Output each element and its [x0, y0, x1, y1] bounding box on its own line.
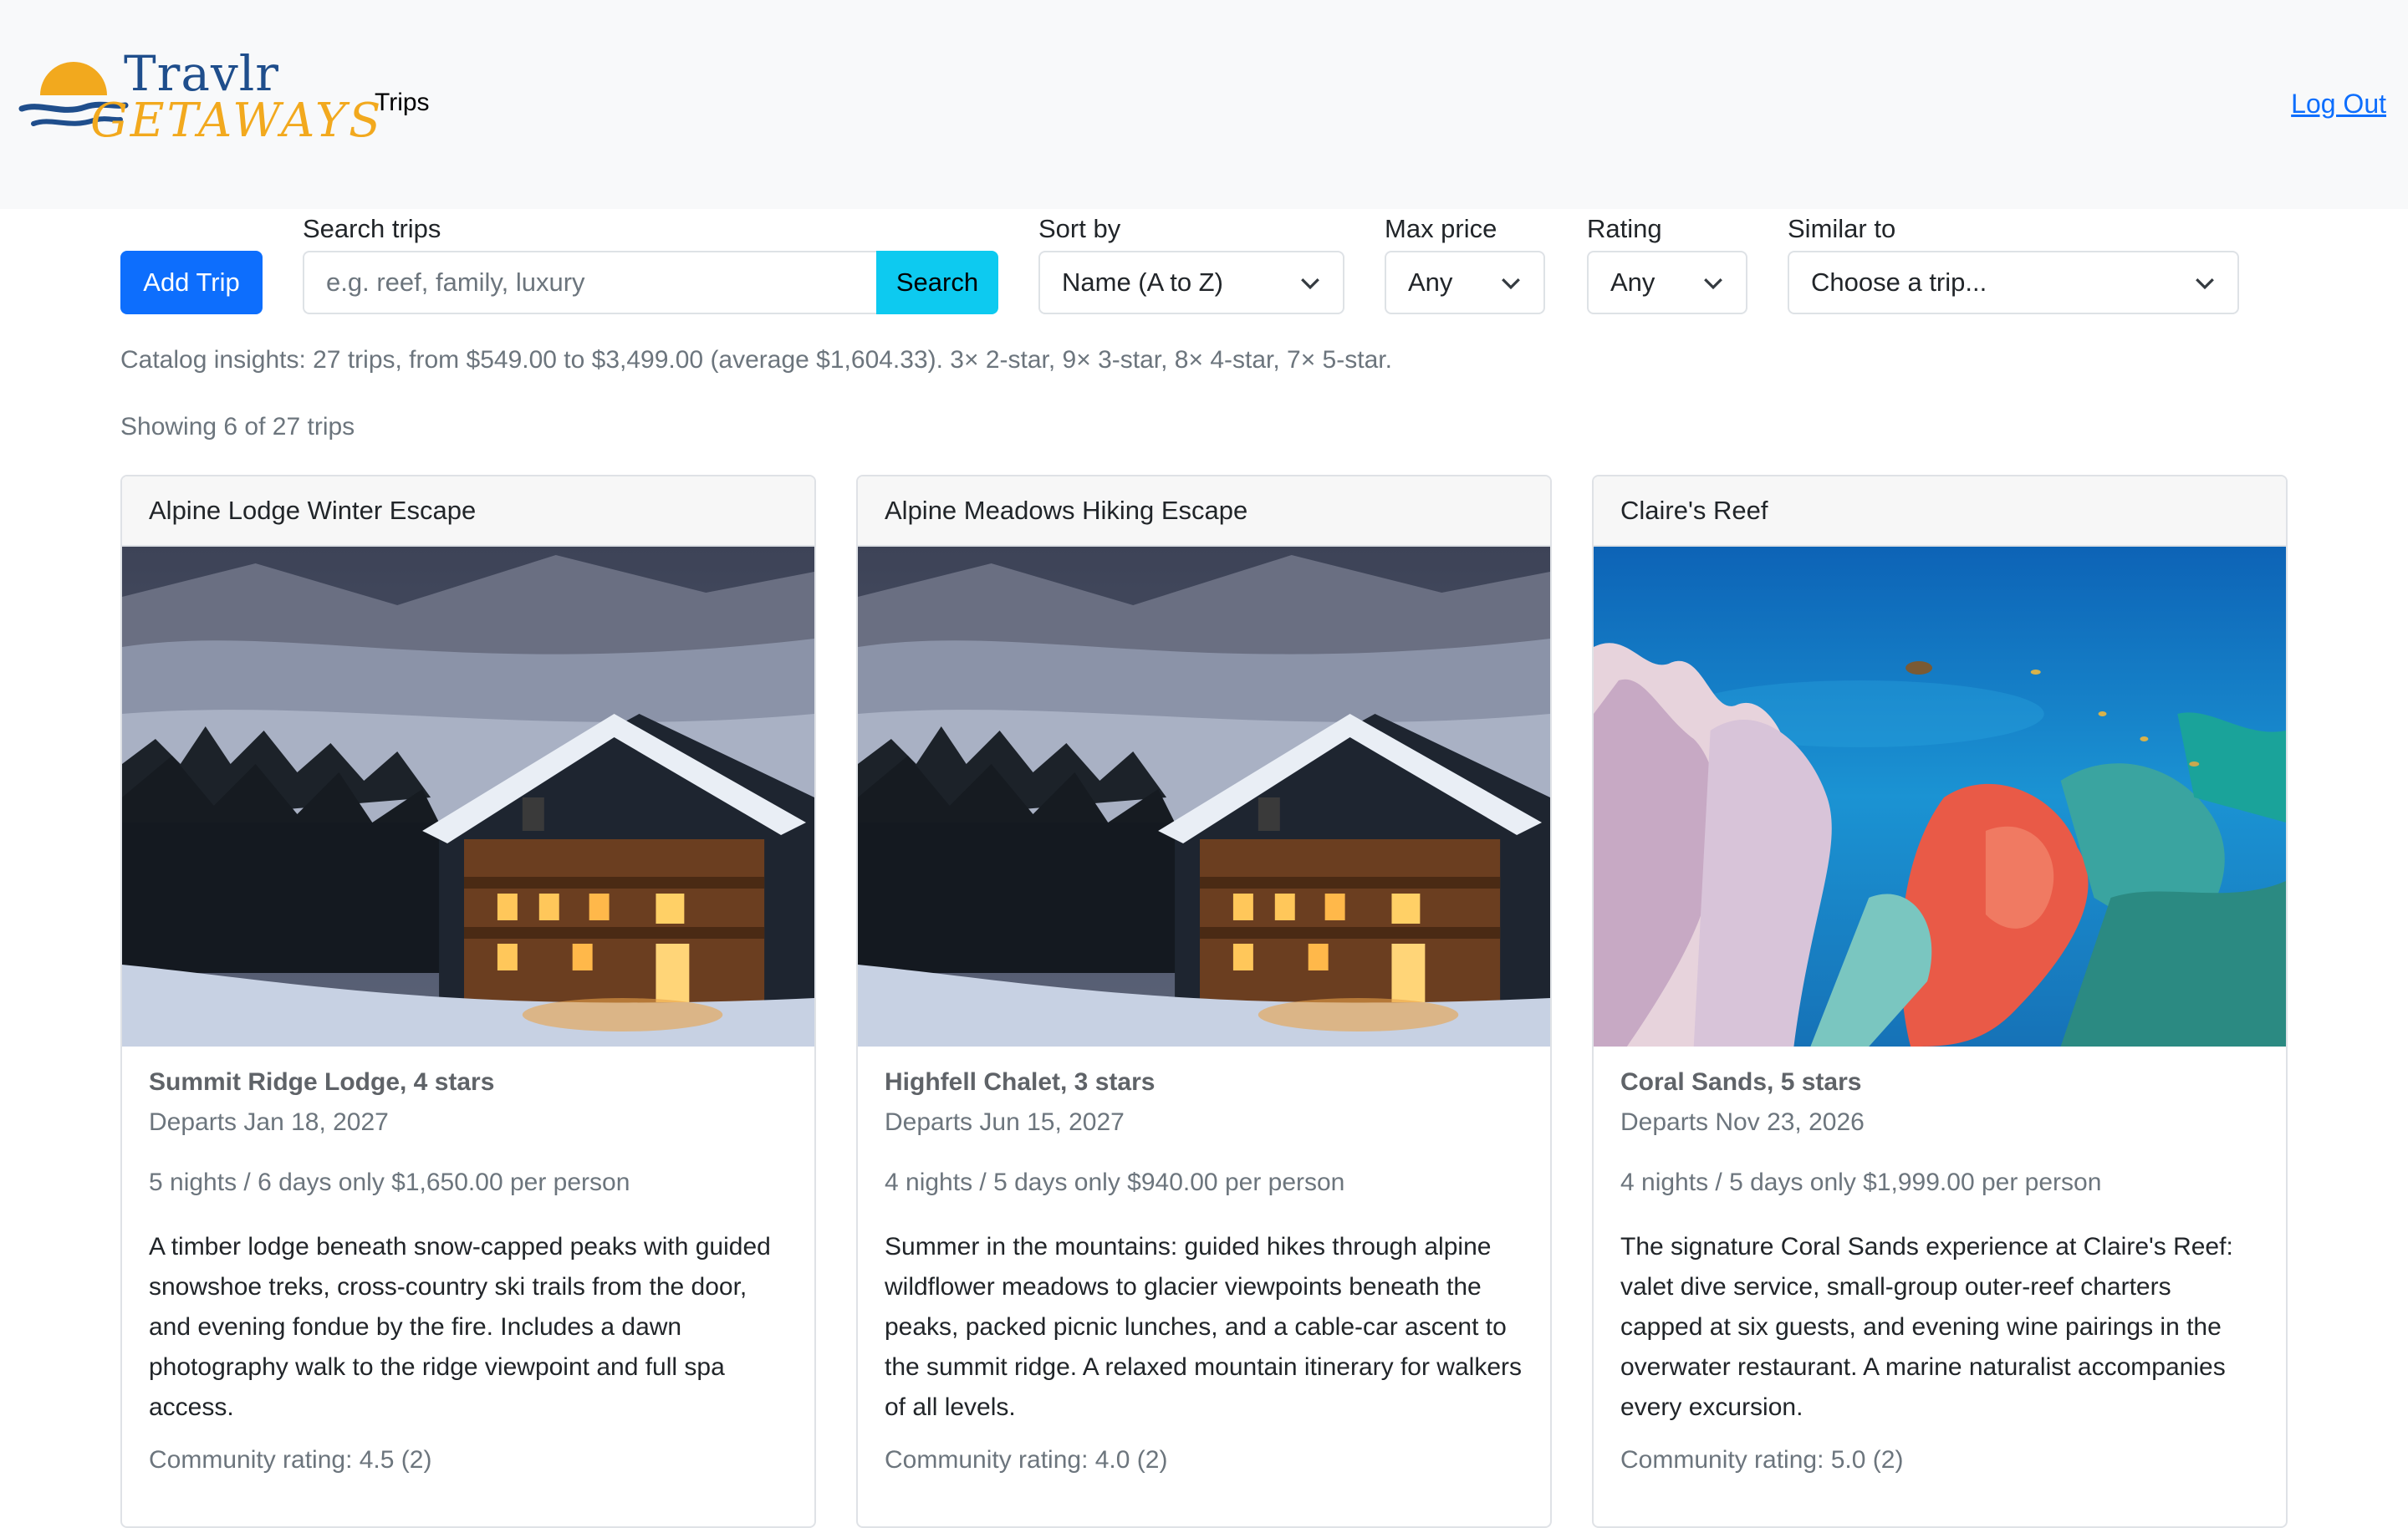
trip-rating: Community rating: 4.0 (2) [885, 1446, 1168, 1474]
rating-select[interactable]: Any [1587, 251, 1747, 314]
trip-image [858, 547, 1550, 1047]
trip-description: The signature Coral Sands experience at … [1620, 1233, 2233, 1421]
trip-image [1594, 547, 2286, 1047]
chevron-down-icon [1704, 278, 1722, 290]
trip-card-body: Coral Sands, 5 stars Departs Nov 23, 202… [1594, 1047, 2286, 1475]
navbar: Travlr GETAWAYS Trips Log Out [0, 0, 2408, 209]
trip-rating: Community rating: 5.0 (2) [1620, 1446, 1904, 1474]
trip-card[interactable]: Claire's Reef Coral Sands, 5 stars Depar… [1592, 475, 2288, 1528]
trip-price: 4 nights / 5 days only $1,999.00 per per… [1620, 1169, 2102, 1196]
sort-label: Sort by [1038, 214, 1121, 243]
trip-image [122, 547, 814, 1047]
trip-title: Alpine Meadows Hiking Escape [858, 476, 1550, 547]
similar-select[interactable]: Choose a trip... [1788, 251, 2239, 314]
trip-departure: Departs Jun 15, 2027 [885, 1108, 1125, 1136]
search-button[interactable]: Search [876, 251, 998, 314]
search-label: Search trips [303, 214, 441, 243]
similar-value: Choose a trip... [1811, 267, 1987, 297]
trip-card[interactable]: Alpine Meadows Hiking Escape Highfell Ch… [856, 475, 1552, 1528]
max-price-value: Any [1408, 267, 1453, 297]
catalog-insights: Catalog insights: 27 trips, from $549.00… [120, 346, 1392, 374]
trip-rating: Community rating: 4.5 (2) [149, 1446, 432, 1474]
max-price-label: Max price [1385, 214, 1497, 243]
logout-link[interactable]: Log Out [2291, 89, 2386, 120]
rating-value: Any [1610, 267, 1656, 297]
trip-departure: Departs Nov 23, 2026 [1620, 1108, 1865, 1136]
chevron-down-icon [1301, 278, 1319, 290]
trip-description: A timber lodge beneath snow-capped peaks… [149, 1233, 771, 1421]
trip-card[interactable]: Alpine Lodge Winter Escape Summit Ridge … [120, 475, 816, 1528]
sort-select[interactable]: Name (A to Z) [1038, 251, 1344, 314]
trip-title: Alpine Lodge Winter Escape [122, 476, 814, 547]
search-input[interactable]: e.g. reef, family, luxury [303, 251, 878, 314]
max-price-select[interactable]: Any [1385, 251, 1545, 314]
trip-price: 4 nights / 5 days only $940.00 per perso… [885, 1169, 1345, 1196]
add-trip-button[interactable]: Add Trip [120, 251, 263, 314]
brand-logo[interactable]: Travlr GETAWAYS [17, 45, 380, 155]
trip-resort: Highfell Chalet, 3 stars [885, 1068, 1156, 1096]
trip-card-body: Summit Ridge Lodge, 4 stars Departs Jan … [122, 1047, 814, 1475]
results-count: Showing 6 of 27 trips [120, 413, 355, 441]
trip-card-body: Highfell Chalet, 3 stars Departs Jun 15,… [858, 1047, 1550, 1475]
trip-toolbar: Add Trip Search trips e.g. reef, family,… [0, 209, 2408, 326]
nav-trips-link[interactable]: Trips [375, 89, 430, 117]
trip-resort: Summit Ridge Lodge, 4 stars [149, 1068, 495, 1096]
trip-departure: Departs Jan 18, 2027 [149, 1108, 389, 1136]
trip-description: Summer in the mountains: guided hikes th… [885, 1233, 1522, 1421]
brand-tagline: GETAWAYS [90, 94, 384, 148]
chevron-down-icon [1502, 278, 1520, 290]
trip-resort: Coral Sands, 5 stars [1620, 1068, 1862, 1096]
similar-label: Similar to [1788, 214, 1896, 243]
sort-value: Name (A to Z) [1062, 267, 1223, 297]
trip-title: Claire's Reef [1594, 476, 2286, 547]
chevron-down-icon [2196, 278, 2214, 290]
trip-price: 5 nights / 6 days only $1,650.00 per per… [149, 1169, 630, 1196]
rating-label: Rating [1587, 214, 1662, 243]
